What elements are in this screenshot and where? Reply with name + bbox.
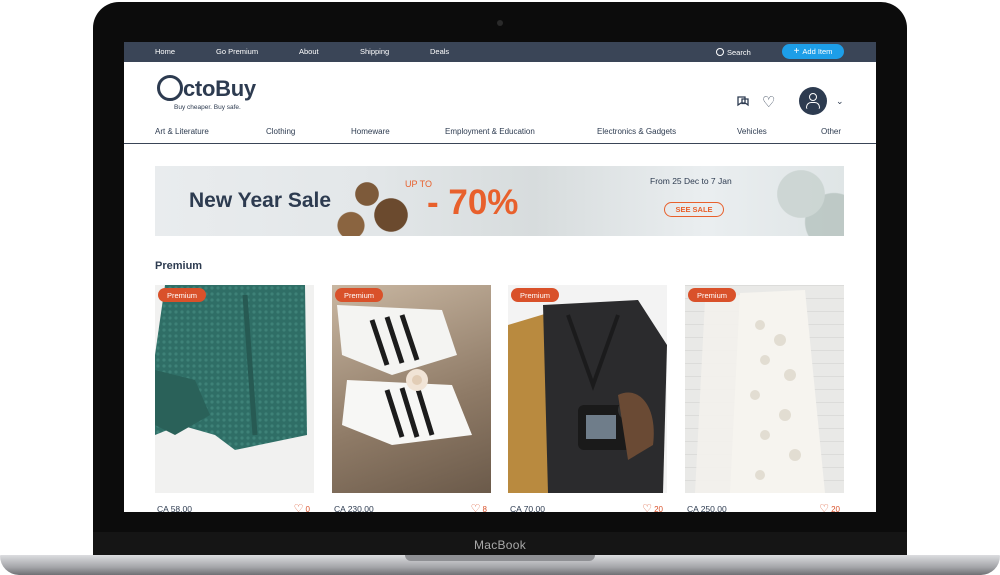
premium-badge: Premium — [158, 288, 207, 302]
product-card[interactable]: Premium CA 230.00 ♡ 8 — [332, 285, 491, 512]
product-likes[interactable]: ♡ 8 — [471, 502, 487, 512]
search-label: Search — [727, 48, 751, 57]
like-count: 0 — [305, 505, 310, 512]
product-card[interactable]: Premium CA 70.00 ♡ 20 — [508, 285, 667, 512]
logo-text: ctoBuy — [183, 76, 256, 101]
pinecone-decoration — [335, 166, 415, 236]
category-homeware[interactable]: Homeware — [351, 127, 390, 136]
product-image-sweater[interactable]: Premium — [155, 285, 314, 493]
chevron-down-icon[interactable]: ⌄ — [836, 96, 844, 107]
product-price: CA 230.00 — [334, 504, 374, 512]
laptop-base-notch — [405, 555, 595, 561]
category-art-literature[interactable]: Art & Literature — [155, 127, 209, 136]
like-count: 20 — [654, 505, 663, 512]
add-item-label: Add Item — [802, 47, 833, 56]
product-image-dress[interactable]: Premium — [685, 285, 844, 493]
product-likes[interactable]: ♡ 20 — [819, 502, 840, 512]
category-other[interactable]: Other — [821, 127, 841, 136]
banner-dates: From 25 Dec to 7 Jan — [650, 176, 732, 186]
nav-shipping-link[interactable]: Shipping — [360, 47, 389, 56]
octopus-logo-icon — [157, 75, 183, 101]
top-nav-bar: Home Go Premium About Shipping Deals Sea… — [124, 42, 876, 62]
like-count: 8 — [482, 505, 487, 512]
user-icon-body — [806, 102, 820, 109]
favorites-heart-icon[interactable]: ♡ — [762, 93, 775, 111]
banner-title: New Year Sale — [189, 189, 332, 212]
product-likes[interactable]: ♡ 0 — [294, 502, 310, 512]
search-button[interactable]: Search — [716, 47, 751, 57]
octobuy-logo[interactable]: ctoBuy Buy cheaper. Buy safe. — [157, 75, 263, 115]
nav-deals-link[interactable]: Deals — [430, 47, 449, 56]
heart-icon: ♡ — [470, 503, 481, 512]
browser-screen: Home Go Premium About Shipping Deals Sea… — [124, 42, 876, 512]
nav-about-link[interactable]: About — [299, 47, 319, 56]
webcam — [497, 20, 503, 26]
heart-icon: ♡ — [293, 503, 304, 512]
product-image-coat[interactable]: Premium — [508, 285, 667, 493]
premium-section-title: Premium — [155, 260, 203, 272]
nav-go-premium-link[interactable]: Go Premium — [216, 47, 258, 56]
like-count: 20 — [831, 505, 840, 512]
category-nav: Art & Literature Clothing Homeware Emplo… — [124, 125, 876, 144]
heart-icon: ♡ — [642, 503, 653, 512]
product-card[interactable]: Premium CA 58.00 ♡ 0 — [155, 285, 314, 512]
user-icon-head — [809, 93, 817, 101]
premium-badge: Premium — [688, 288, 737, 302]
product-price: CA 250.00 — [687, 504, 727, 512]
category-clothing[interactable]: Clothing — [266, 127, 295, 136]
category-vehicles[interactable]: Vehicles — [737, 127, 767, 136]
product-price: CA 70.00 — [510, 504, 545, 512]
banner-discount: - 70% — [427, 183, 519, 222]
product-image-sneakers[interactable]: Premium — [332, 285, 491, 493]
see-sale-button[interactable]: SEE SALE — [664, 202, 724, 217]
nav-home-link[interactable]: Home — [155, 47, 175, 56]
chat-icon[interactable] — [736, 94, 750, 108]
premium-badge: Premium — [511, 288, 560, 302]
plus-icon: + — [793, 45, 800, 57]
category-employment-education[interactable]: Employment & Education — [445, 127, 535, 136]
snow-decoration — [735, 166, 844, 236]
add-item-button[interactable]: + Add Item — [782, 44, 844, 59]
search-icon — [716, 48, 724, 56]
premium-badge: Premium — [335, 288, 384, 302]
product-card[interactable]: Premium CA 250.00 ♡ 20 — [685, 285, 844, 512]
product-likes[interactable]: ♡ 20 — [642, 502, 663, 512]
new-year-sale-banner[interactable]: New Year Sale UP TO - 70% From 25 Dec to… — [155, 166, 844, 236]
category-electronics-gadgets[interactable]: Electronics & Gadgets — [597, 127, 676, 136]
logo-tagline: Buy cheaper. Buy safe. — [174, 104, 241, 111]
user-avatar[interactable] — [799, 87, 827, 115]
laptop-brand-label: MacBook — [473, 538, 527, 552]
product-price: CA 58.00 — [157, 504, 192, 512]
heart-icon: ♡ — [819, 503, 830, 512]
